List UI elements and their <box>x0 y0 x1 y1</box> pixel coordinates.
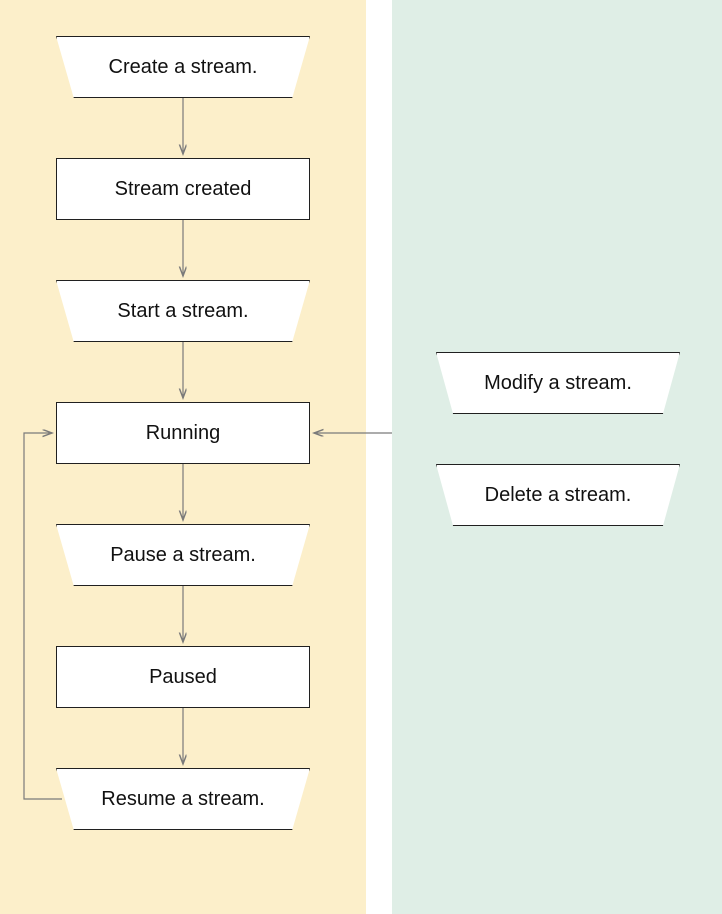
node-label: Resume a stream. <box>101 787 264 812</box>
node-running: Running <box>56 402 310 464</box>
node-start-stream: Start a stream. <box>56 280 310 342</box>
node-modify-stream: Modify a stream. <box>436 352 680 414</box>
right-column-bg <box>392 0 722 914</box>
node-label: Running <box>146 421 221 446</box>
node-label: Paused <box>149 665 217 690</box>
node-label: Stream created <box>115 177 252 202</box>
node-pause-stream: Pause a stream. <box>56 524 310 586</box>
node-delete-stream: Delete a stream. <box>436 464 680 526</box>
node-label: Start a stream. <box>117 299 248 324</box>
node-paused: Paused <box>56 646 310 708</box>
node-label: Pause a stream. <box>110 543 256 568</box>
node-resume-stream: Resume a stream. <box>56 768 310 830</box>
node-stream-created: Stream created <box>56 158 310 220</box>
diagram-canvas: Create a stream. Stream created Start a … <box>0 0 722 914</box>
node-label: Delete a stream. <box>485 483 632 508</box>
node-create-stream: Create a stream. <box>56 36 310 98</box>
node-label: Modify a stream. <box>484 371 632 396</box>
node-label: Create a stream. <box>109 55 258 80</box>
